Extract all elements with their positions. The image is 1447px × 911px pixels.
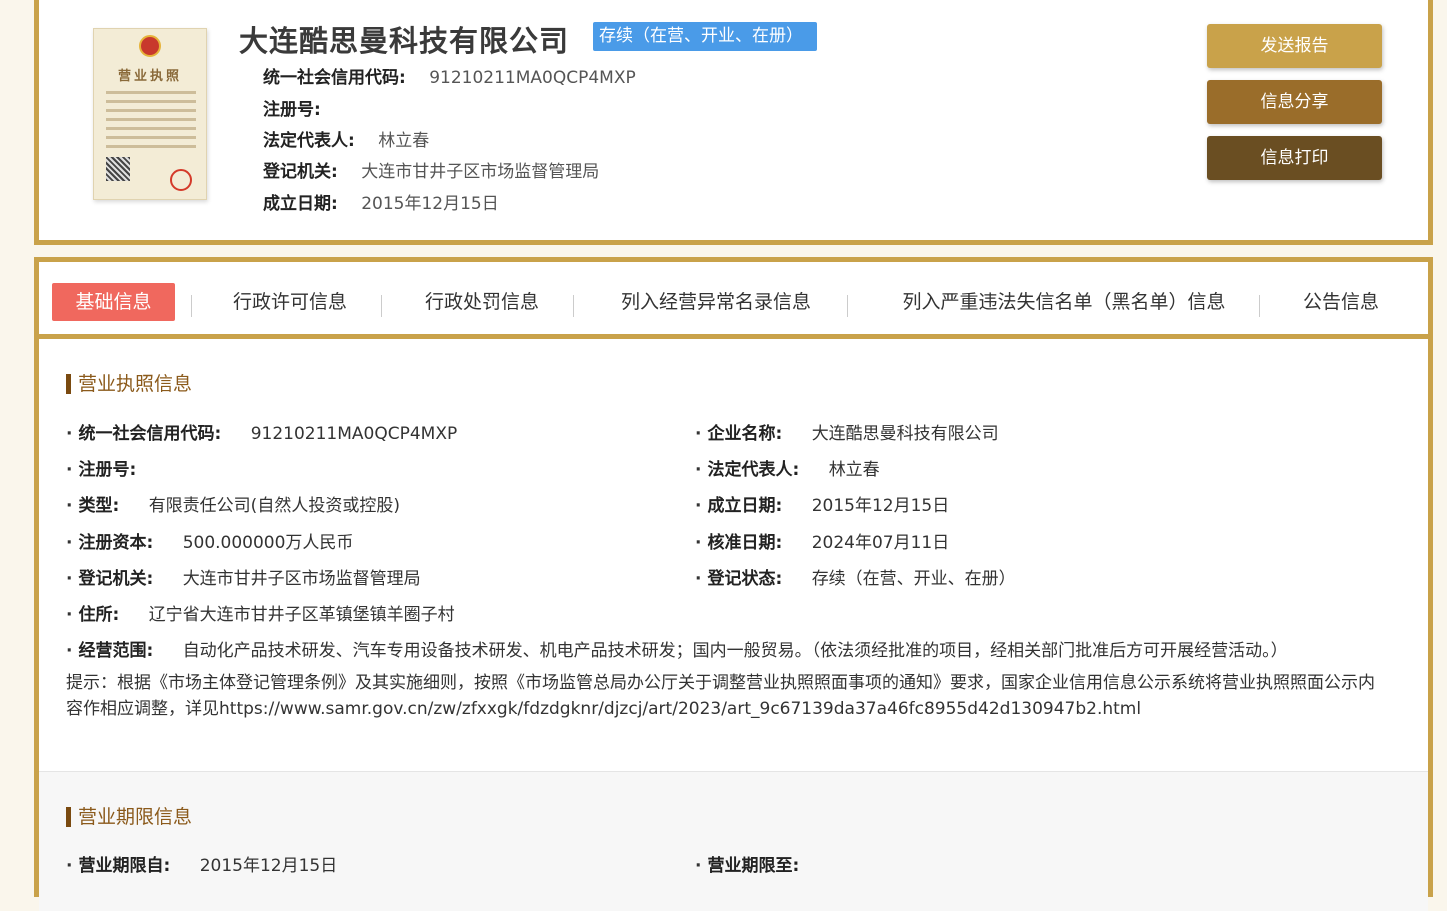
header-authority-label: 登记机关: (263, 162, 338, 182)
header-credit-code-value: 91210211MA0QCP4MXP (429, 68, 636, 88)
print-info-button[interactable]: 信息打印 (1207, 136, 1382, 180)
field-capital: · 注册资本: 500.000000万人民币 (66, 533, 354, 553)
field-value: 2024年07月11日 (811, 533, 950, 553)
header-credit-code-row: 统一社会信用代码: 91210211MA0QCP4MXP (263, 63, 636, 88)
header-reg-no-row: 注册号: (263, 95, 339, 120)
field-label: 住所: (78, 605, 120, 625)
field-label: 类型: (78, 496, 120, 516)
field-credit-code: · 统一社会信用代码: 91210211MA0QCP4MXP (66, 424, 458, 444)
header-reg-no-label: 注册号: (263, 100, 321, 120)
field-approval-date: · 核准日期: 2024年07月11日 (695, 533, 950, 553)
tab-separator (381, 295, 382, 317)
business-license-thumbnail[interactable]: 营业执照 (93, 28, 207, 200)
field-term-from: · 营业期限自: 2015年12月15日 (66, 856, 338, 876)
field-value: 有限责任公司(自然人投资或控股) (148, 496, 400, 516)
tab-separator (573, 295, 574, 317)
header-authority-value: 大连市甘井子区市场监督管理局 (361, 162, 600, 182)
company-name: 大连酷思曼科技有限公司 (239, 24, 570, 58)
field-value: 辽宁省大连市甘井子区革镇堡镇羊圈子村 (148, 605, 455, 625)
section-title: 营业期限信息 (66, 807, 192, 827)
header-established-value: 2015年12月15日 (361, 194, 499, 214)
field-label: 核准日期: (707, 533, 783, 553)
field-label: 登记机关: (78, 569, 154, 589)
header-credit-code-label: 统一社会信用代码: (263, 68, 406, 88)
field-reg-no: · 注册号: (66, 460, 137, 480)
field-value: 2015年12月15日 (811, 496, 950, 516)
share-info-button[interactable]: 信息分享 (1207, 80, 1382, 124)
field-value: 存续（在营、开业、在册） (811, 569, 1016, 589)
tab-admin-penalty[interactable]: 行政处罚信息 (401, 283, 563, 321)
header-legal-rep-row: 法定代表人: 林立春 (263, 126, 429, 151)
field-authority: · 登记机关: 大连市甘井子区市场监督管理局 (66, 569, 421, 589)
field-established: · 成立日期: 2015年12月15日 (695, 496, 950, 516)
field-value: 2015年12月15日 (199, 856, 338, 876)
business-term-section: 营业期限信息 · 营业期限自: 2015年12月15日 · 营业期限至: (39, 771, 1428, 911)
field-label: 登记状态: (707, 569, 783, 589)
national-emblem-icon (139, 35, 161, 57)
field-value: 91210211MA0QCP4MXP (250, 424, 458, 444)
tab-basic-info[interactable]: 基础信息 (52, 283, 175, 321)
send-report-button[interactable]: 发送报告 (1207, 24, 1382, 68)
field-label: 企业名称: (707, 424, 783, 444)
field-value: 自动化产品技术研发、汽车专用设备技术研发、机电产品技术研发；国内一般贸易。（依法… (182, 641, 1288, 661)
field-label: 注册号: (78, 460, 137, 480)
main-panel: 基础信息 行政许可信息 行政处罚信息 列入经营异常名录信息 列入严重违法失信名单… (34, 257, 1433, 911)
field-value: 500.000000万人民币 (182, 533, 354, 553)
field-label: 经营范围: (78, 641, 154, 661)
field-address: · 住所: 辽宁省大连市甘井子区革镇堡镇羊圈子村 (66, 605, 455, 625)
tab-separator (1259, 295, 1260, 317)
section-title: 营业执照信息 (66, 374, 192, 394)
field-legal-rep: · 法定代表人: 林立春 (695, 460, 880, 480)
tab-abnormal-list[interactable]: 列入经营异常名录信息 (591, 283, 841, 321)
license-thumb-lines (106, 91, 196, 154)
license-info-section: 营业执照信息 · 统一社会信用代码: 91210211MA0QCP4MXP · 注册… (39, 339, 1428, 771)
field-business-scope: · 经营范围: 自动化产品技术研发、汽车专用设备技术研发、机电产品技术研发；国内一… (66, 641, 1288, 661)
header-established-label: 成立日期: (263, 194, 338, 214)
header-legal-rep-value: 林立春 (378, 131, 430, 151)
field-label: 统一社会信用代码: (78, 424, 222, 444)
field-company-name: · 企业名称: 大连酷思曼科技有限公司 (695, 424, 999, 444)
field-value: 大连酷思曼科技有限公司 (811, 424, 999, 444)
header-authority-row: 登记机关: 大连市甘井子区市场监督管理局 (263, 157, 599, 182)
info-tabs: 基础信息 行政许可信息 行政处罚信息 列入经营异常名录信息 列入严重违法失信名单… (39, 262, 1428, 339)
field-type: · 类型: 有限责任公司(自然人投资或控股) (66, 496, 400, 516)
tab-separator (191, 295, 192, 317)
header-legal-rep-label: 法定代表人: (263, 131, 355, 151)
field-value: 林立春 (828, 460, 880, 480)
tab-announcements[interactable]: 公告信息 (1279, 283, 1403, 321)
tab-blacklist[interactable]: 列入严重违法失信名单（黑名单）信息 (869, 283, 1259, 321)
license-thumb-title: 营业执照 (117, 69, 182, 84)
field-label: 法定代表人: (707, 460, 800, 480)
qr-code-icon (106, 157, 130, 181)
notice-text: 提示：根据《市场主体登记管理条例》及其实施细则，按照《市场监管总局办公厅关于调整… (66, 673, 1375, 719)
field-value: 大连市甘井子区市场监督管理局 (182, 569, 421, 589)
field-label: 营业期限自: (78, 856, 171, 876)
tab-separator (847, 295, 848, 317)
seal-icon (170, 169, 192, 191)
field-label: 成立日期: (707, 496, 783, 516)
company-header-card: 营业执照 大连酷思曼科技有限公司 存续（在营、开业、在册） 统一社会信用代码: … (34, 0, 1433, 245)
field-term-to: · 营业期限至: (695, 856, 800, 876)
tab-admin-license[interactable]: 行政许可信息 (209, 283, 371, 321)
header-established-row: 成立日期: 2015年12月15日 (263, 189, 499, 214)
field-label: 注册资本: (78, 533, 154, 553)
field-label: 营业期限至: (707, 856, 800, 876)
status-badge: 存续（在营、开业、在册） (593, 22, 817, 51)
field-reg-status: · 登记状态: 存续（在营、开业、在册） (695, 569, 1016, 589)
